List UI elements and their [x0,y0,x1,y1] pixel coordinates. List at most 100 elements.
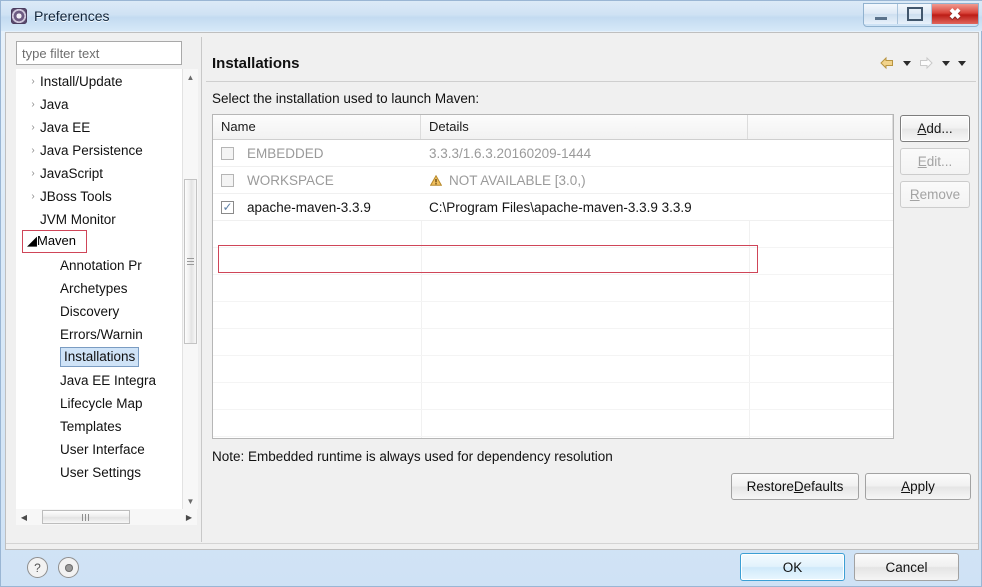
sidebar-item-jboss-tools[interactable]: › JBoss Tools [16,184,182,207]
sidebar-item-label: Installations [60,347,140,368]
pin-dot-icon [64,563,73,572]
sidebar-item-lifecycle-mappings[interactable]: Lifecycle Map [16,391,182,414]
row-checkbox[interactable] [221,146,234,160]
restore-defaults-button[interactable]: Restore Defaults [731,473,859,500]
installation-name: WORKSPACE [247,172,334,188]
table-row[interactable]: EMBEDDED 3.3.3/1.6.3.20160209-1444 [213,140,893,167]
sidebar-item-label: User Interface [60,441,145,457]
tree-horizontal-scrollbar[interactable]: ◀ ▶ [16,509,197,525]
preferences-tree-pane: type filter text › Install/Update › Java ›… [14,41,198,533]
maven-highlight-box: ◢Maven [22,230,88,253]
back-dropdown-icon[interactable] [900,53,913,73]
minimize-icon [874,16,887,20]
column-header-details[interactable]: Details [421,115,748,139]
sidebar-item-label: JBoss Tools [40,188,112,204]
view-menu-icon[interactable] [955,53,968,73]
row-details-cell: 3.3.3/1.6.3.20160209-1444 [421,140,748,166]
scroll-up-icon[interactable]: ▲ [183,69,198,85]
sidebar-item-annotation-processing[interactable]: Annotation Pr [16,253,182,276]
row-extra-cell [748,167,893,193]
back-arrow-icon[interactable] [877,53,897,73]
sidebar-item-archetypes[interactable]: Archetypes [16,276,182,299]
sidebar-item-label: Java [40,96,69,112]
add-button-label: dd... [926,121,953,136]
filter-input[interactable]: type filter text [16,41,182,65]
sidebar-item-templates[interactable]: Templates [16,414,182,437]
sidebar-item-label: Templates [60,418,122,434]
pin-icon[interactable] [58,557,79,578]
scroll-down-icon[interactable]: ▼ [183,493,198,509]
apply-button[interactable]: Apply [865,473,971,500]
edit-button-mnemonic: E [917,154,927,169]
sidebar-item-user-interface[interactable]: User Interface [16,437,182,460]
sidebar-item-label: Errors/Warnin [60,326,143,342]
chevron-right-icon: › [31,190,35,202]
sidebar-item-errors-warnings[interactable]: Errors/Warnin [16,322,182,345]
row-name-cell[interactable]: WORKSPACE [213,167,421,193]
restore-button[interactable] [898,4,932,24]
table-empty-row [213,275,893,302]
sidebar-item-jvm-monitor[interactable]: JVM Monitor [16,207,182,230]
chevron-right-icon: › [31,121,35,133]
title-separator [206,81,976,82]
tree-hscroll-thumb[interactable] [42,510,130,524]
title-bar: Preferences ✖ [1,1,982,31]
apply-post: pply [910,479,935,494]
sidebar-item-javascript[interactable]: › JavaScript [16,161,182,184]
tree-vertical-scrollbar[interactable]: ▲ ▼ [182,69,198,509]
column-header-name[interactable]: Name [213,115,421,139]
sidebar-item-java-ee[interactable]: › Java EE [16,115,182,138]
pane-divider[interactable] [201,37,202,542]
grip-icon [187,258,194,265]
sidebar-item-java-persistence[interactable]: › Java Persistence [16,138,182,161]
sidebar-item-label: JVM Monitor [40,211,116,227]
sidebar-item-discovery[interactable]: Discovery [16,299,182,322]
restore-defaults-post: efaults [803,479,844,494]
forward-dropdown-icon[interactable] [939,53,952,73]
row-name-cell[interactable]: EMBEDDED [213,140,421,166]
table-row[interactable]: ✓ apache-maven-3.3.9 C:\Program Files\ap… [213,194,893,221]
page-nav-toolbar [877,53,968,73]
installations-page: Installations Select the installation us… [206,37,976,542]
sidebar-item-label: Archetypes [60,280,128,296]
window-title: Preferences [34,8,110,24]
embedded-runtime-note: Note: Embedded runtime is always used fo… [212,449,613,464]
chevron-down-icon: ◢ [27,233,37,248]
sidebar-item-label: JavaScript [40,165,104,181]
cancel-button[interactable]: Cancel [854,553,959,581]
add-button[interactable]: Add... [900,115,970,142]
row-name-cell[interactable]: ✓ apache-maven-3.3.9 [213,194,421,220]
dialog-client-area: type filter text › Install/Update › Java ›… [5,32,979,550]
preferences-tree[interactable]: › Install/Update › Java › Java EE › Java Per… [16,69,182,509]
sidebar-item-label: Java Persistence [40,142,143,158]
sidebar-item-java-ee-integration[interactable]: Java EE Integra [16,368,182,391]
help-icon[interactable]: ? [27,557,48,578]
tree-vscroll-thumb[interactable] [184,179,197,344]
sidebar-item-label: Lifecycle Map [60,395,143,411]
installation-details: NOT AVAILABLE [3.0,) [449,172,586,188]
window-controls: ✖ [863,3,979,27]
sidebar-item-maven[interactable]: ◢Maven [16,230,182,253]
sidebar-item-label: Discovery [60,303,120,319]
ok-button[interactable]: OK [740,553,845,581]
row-extra-cell [748,194,893,220]
close-button[interactable]: ✖ [932,4,978,24]
dialog-footer: ? OK Cancel [5,551,979,585]
sidebar-item-install-update[interactable]: › Install/Update [16,69,182,92]
sidebar-item-installations[interactable]: Installations [16,345,182,368]
column-header-extra[interactable] [748,115,893,139]
installation-name: EMBEDDED [247,145,324,161]
table-empty-row [213,383,893,410]
minimize-button[interactable] [864,4,898,24]
installation-details: C:\Program Files\apache-maven-3.3.9 3.3.… [429,199,692,215]
sidebar-item-label: Java EE [40,119,91,135]
table-header: Name Details [213,115,893,140]
table-row[interactable]: WORKSPACE NOT AVAILABLE [3.0,) [213,167,893,194]
scroll-left-icon[interactable]: ◀ [16,509,32,525]
sidebar-item-java[interactable]: › Java [16,92,182,115]
sidebar-item-user-settings[interactable]: User Settings [16,460,182,483]
row-checkbox[interactable] [221,173,234,187]
installations-table[interactable]: Name Details EMBEDDED 3.3.3/1.6.3.201602… [212,114,894,439]
scroll-right-icon[interactable]: ▶ [181,509,197,525]
row-checkbox[interactable]: ✓ [221,200,234,214]
